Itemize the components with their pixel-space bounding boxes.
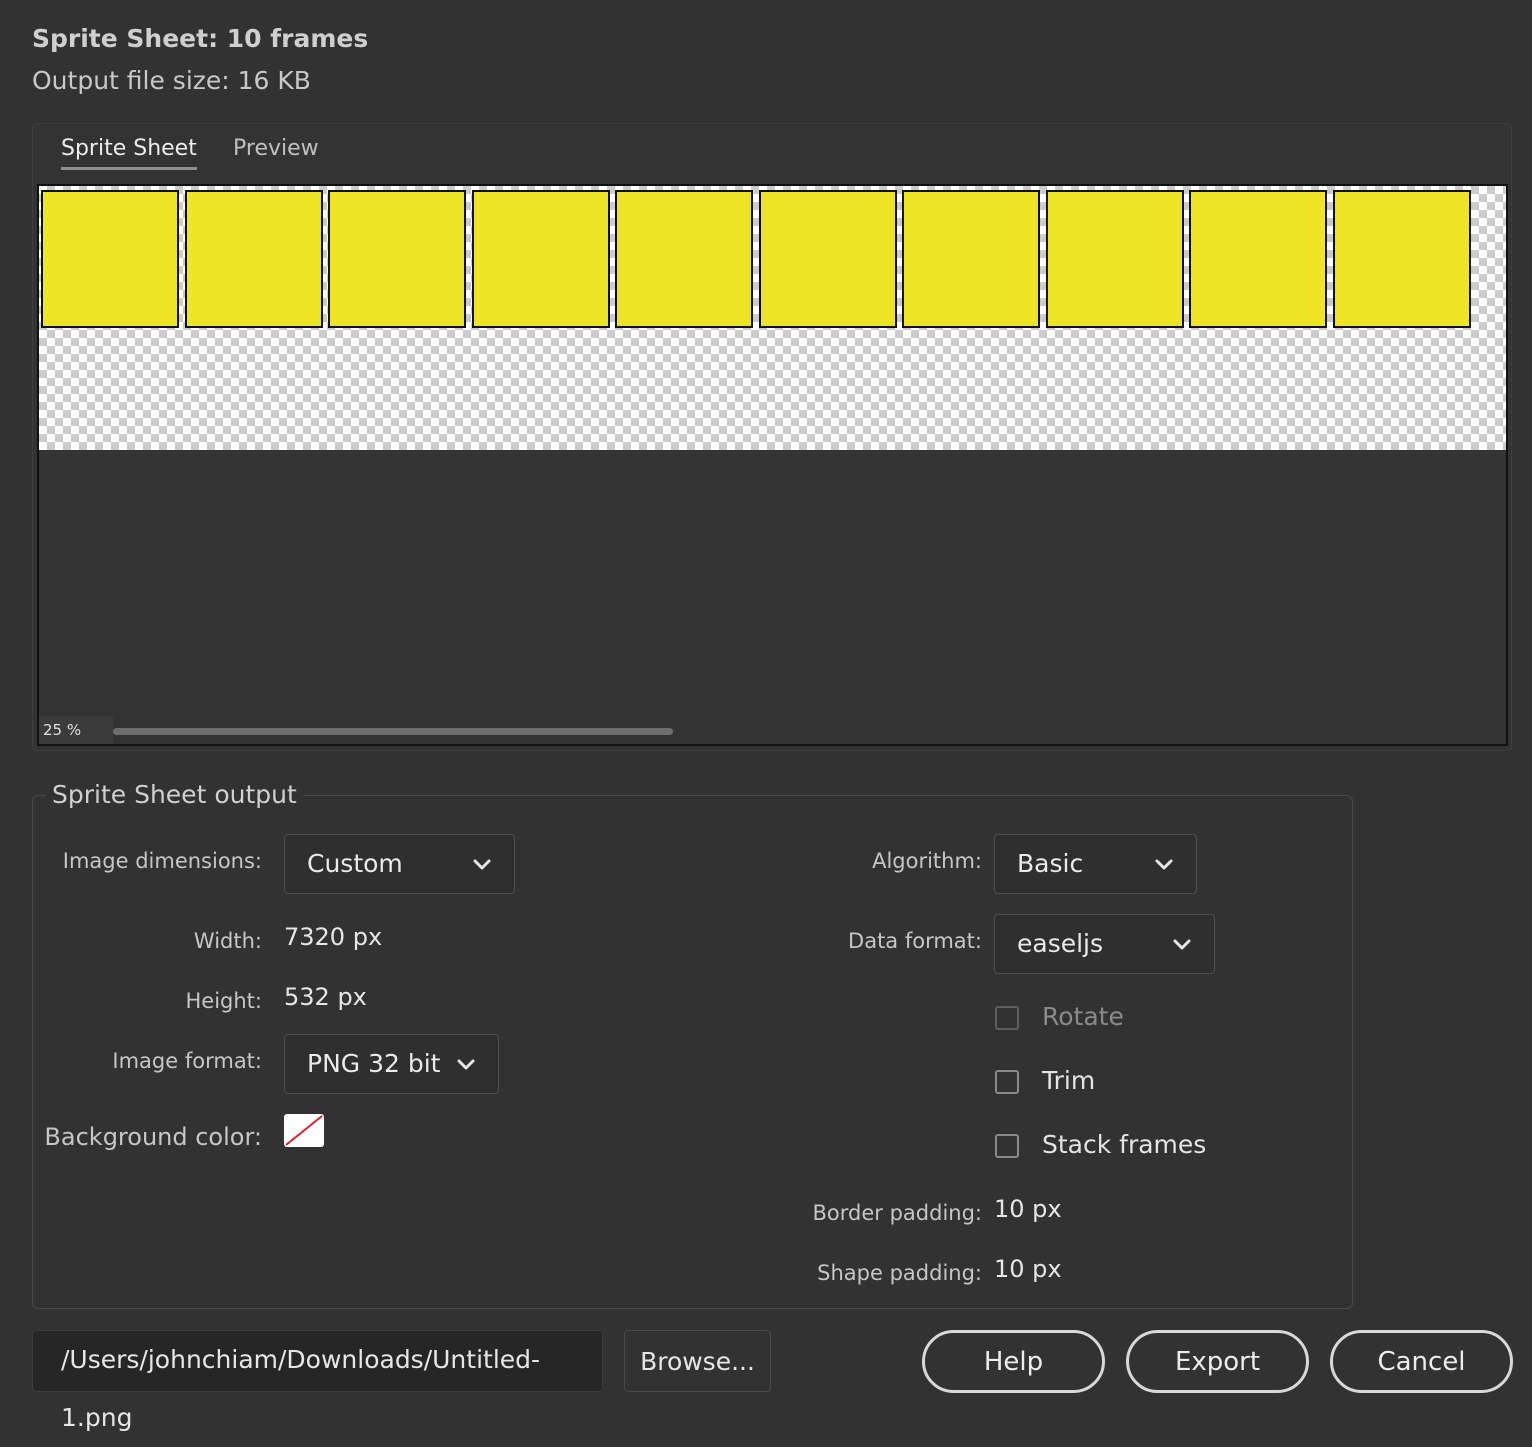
cancel-button[interactable]: Cancel [1330,1330,1513,1393]
image-format-dropdown[interactable]: PNG 32 bit [284,1034,499,1094]
stack-frames-checkbox[interactable] [995,1134,1019,1158]
image-dimensions-dropdown[interactable]: Custom [284,834,515,894]
image-format-value: PNG 32 bit [307,1049,441,1078]
sprite-sheet-canvas[interactable]: 25 % [37,184,1508,746]
algorithm-label: Algorithm: [872,849,982,873]
shape-padding-label: Shape padding: [817,1261,982,1285]
chevron-down-icon [473,859,491,870]
output-file-size: Output file size: 16 KB [32,66,311,95]
height-value[interactable]: 532 px [284,983,367,1011]
rotate-checkbox[interactable] [995,1006,1019,1030]
export-button[interactable]: Export [1126,1330,1309,1393]
height-label: Height: [185,989,263,1013]
trim-checkbox[interactable] [995,1070,1019,1094]
sprite-frame [328,190,466,328]
width-value[interactable]: 7320 px [284,923,382,951]
chevron-down-icon [457,1059,475,1070]
data-format-dropdown[interactable]: easeljs [994,914,1215,974]
stack-frames-label: Stack frames [1042,1130,1207,1159]
dialog-title: Sprite Sheet: 10 frames [32,24,369,53]
sprite-frame [1332,190,1471,328]
sprite-frame [41,190,179,328]
background-color-swatch[interactable] [284,1114,324,1147]
chevron-down-icon [1155,859,1173,870]
tab-sprite-sheet[interactable]: Sprite Sheet [61,136,197,170]
image-dimensions-label: Image dimensions: [62,849,262,873]
output-path-field[interactable]: /Users/johnchiam/Downloads/Untitled-1.pn… [32,1330,603,1432]
browse-button[interactable]: Browse... [624,1330,771,1392]
horizontal-scrollbar[interactable] [113,728,673,735]
sprite-frame [471,190,610,328]
chevron-down-icon [1173,939,1191,950]
zoom-level[interactable]: 25 % [39,716,113,744]
sprite-frame [758,190,897,328]
sprite-frame [615,190,753,328]
help-button[interactable]: Help [922,1330,1105,1393]
background-color-label: Background color: [44,1123,262,1151]
sprite-frame [1045,190,1184,328]
image-format-label: Image format: [112,1049,262,1073]
sprite-frame [902,190,1040,328]
tab-preview[interactable]: Preview [233,136,319,161]
rotate-label: Rotate [1042,1002,1124,1031]
sprite-frame [1189,190,1327,328]
image-dimensions-value: Custom [307,849,403,878]
width-label: Width: [193,929,262,953]
shape-padding-value[interactable]: 10 px [994,1255,1062,1283]
output-group-legend: Sprite Sheet output [46,780,303,809]
sprite-frame [184,190,323,328]
trim-label: Trim [1042,1066,1096,1095]
sprite-sheet-image [39,186,1506,450]
border-padding-value[interactable]: 10 px [994,1195,1062,1223]
algorithm-dropdown[interactable]: Basic [994,834,1197,894]
algorithm-value: Basic [1017,849,1084,878]
border-padding-label: Border padding: [812,1201,983,1225]
data-format-label: Data format: [848,929,982,953]
data-format-value: easeljs [1017,929,1104,958]
no-color-icon [285,1115,323,1146]
